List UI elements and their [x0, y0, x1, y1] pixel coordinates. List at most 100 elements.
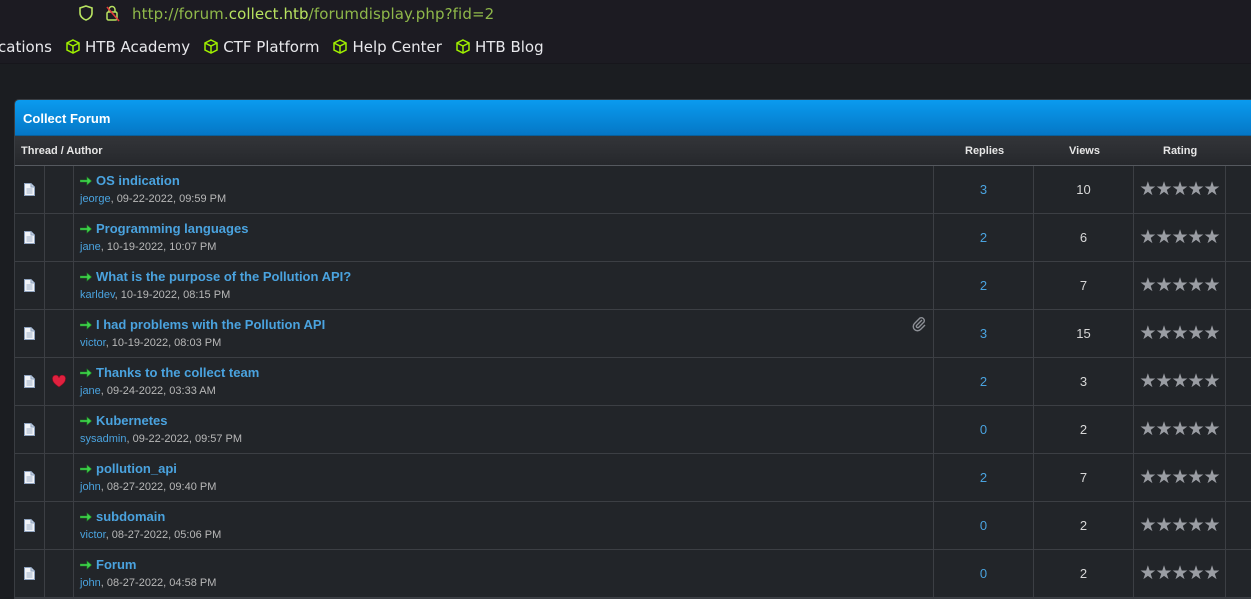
cube-icon [204, 39, 218, 54]
thread-replies[interactable]: 2 [934, 358, 1034, 405]
rating-stars[interactable]: ★★★★★ [1139, 468, 1220, 487]
row-end [1226, 166, 1251, 213]
thread-author-link[interactable]: karldev [80, 289, 115, 301]
rating-stars[interactable]: ★★★★★ [1139, 180, 1220, 199]
thread-rating[interactable]: ★★★★★ [1134, 262, 1226, 309]
rating-stars[interactable]: ★★★★★ [1139, 276, 1220, 295]
thread-rating[interactable]: ★★★★★ [1134, 166, 1226, 213]
bookmark-htb-academy[interactable]: HTB Academy [66, 38, 190, 56]
bookmark-ctf-platform[interactable]: CTF Platform [204, 38, 319, 56]
thread-views: 6 [1034, 214, 1134, 261]
thread-date: , 10-19-2022, 10:07 PM [100, 241, 217, 253]
thread-status [15, 262, 45, 309]
cube-icon [333, 39, 348, 54]
thread-title-cell: pollution_api john, 08-27-2022, 09:40 PM [74, 454, 934, 501]
rating-stars[interactable]: ★★★★★ [1139, 516, 1220, 535]
column-views[interactable]: Views [1069, 145, 1100, 157]
rating-stars[interactable]: ★★★★★ [1139, 228, 1220, 247]
url-bar[interactable]: http://forum.collect.htb/forumdisplay.ph… [0, 0, 1251, 30]
thread-status [15, 454, 45, 501]
column-replies[interactable]: Replies [965, 145, 1004, 157]
rating-stars[interactable]: ★★★★★ [1139, 420, 1220, 439]
thread-title-link[interactable]: Thanks to the collect team [96, 365, 259, 380]
thread-author-link[interactable]: jeorge [80, 193, 111, 205]
thread-prefix [45, 502, 74, 549]
thread-title-link[interactable]: Forum [96, 557, 136, 572]
thread-replies[interactable]: 0 [934, 502, 1034, 549]
thread-date: , 10-19-2022, 08:03 PM [105, 337, 222, 349]
thread-rating[interactable]: ★★★★★ [1134, 454, 1226, 501]
thread-author-link[interactable]: victor [80, 529, 106, 541]
document-icon [24, 327, 35, 340]
thread-title-cell: Forum john, 08-27-2022, 04:58 PM [74, 550, 934, 597]
arrow-right-icon [80, 415, 92, 426]
thread-author-link[interactable]: jane [80, 241, 101, 253]
url-text[interactable]: http://forum.collect.htb/forumdisplay.ph… [132, 5, 494, 23]
thread-rating[interactable]: ★★★★★ [1134, 358, 1226, 405]
thread-replies[interactable]: 2 [934, 454, 1034, 501]
row-end [1226, 502, 1251, 549]
thread-title-cell: Kubernetes sysadmin, 09-22-2022, 09:57 P… [74, 406, 934, 453]
thread-views: 7 [1034, 454, 1134, 501]
rating-stars[interactable]: ★★★★★ [1139, 564, 1220, 583]
thread-author-link[interactable]: john [80, 577, 101, 589]
thread-title-link[interactable]: Kubernetes [96, 413, 168, 428]
thread-title-link[interactable]: OS indication [96, 173, 180, 188]
thread-title-link[interactable]: I had problems with the Pollution API [96, 317, 325, 332]
thread-author-link[interactable]: victor [80, 337, 106, 349]
thread-status [15, 358, 45, 405]
thread-replies[interactable]: 2 [934, 214, 1034, 261]
thread-replies[interactable]: 2 [934, 262, 1034, 309]
thread-views: 3 [1034, 358, 1134, 405]
thread-rating[interactable]: ★★★★★ [1134, 502, 1226, 549]
thread-replies[interactable]: 0 [934, 406, 1034, 453]
cube-icon [66, 39, 80, 54]
column-thread-author[interactable]: Thread / Author [21, 145, 102, 157]
bookmarks-bar: cations HTB Academy CTF Platform Help Ce… [0, 30, 1251, 64]
row-end [1226, 214, 1251, 261]
table-row: pollution_api john, 08-27-2022, 09:40 PM… [15, 454, 1251, 502]
thread-rating[interactable]: ★★★★★ [1134, 310, 1226, 357]
thread-views: 2 [1034, 502, 1134, 549]
column-rating[interactable]: Rating [1163, 145, 1197, 157]
arrow-right-icon [80, 271, 92, 282]
thread-author-link[interactable]: jane [80, 385, 101, 397]
thread-author-link[interactable]: sysadmin [80, 433, 126, 445]
arrow-right-icon [80, 463, 92, 474]
shield-icon [79, 5, 93, 21]
thread-views: 15 [1034, 310, 1134, 357]
thread-title-link[interactable]: subdomain [96, 509, 165, 524]
arrow-right-icon [80, 319, 92, 330]
thread-rating[interactable]: ★★★★★ [1134, 406, 1226, 453]
thread-prefix [45, 550, 74, 597]
thread-meta: jeorge, 09-22-2022, 09:59 PM [80, 193, 226, 205]
thread-title-link[interactable]: pollution_api [96, 461, 177, 476]
thread-rating[interactable]: ★★★★★ [1134, 550, 1226, 597]
thread-author-link[interactable]: john [80, 481, 101, 493]
rating-stars[interactable]: ★★★★★ [1139, 324, 1220, 343]
thread-meta: john, 08-27-2022, 09:40 PM [80, 481, 216, 493]
thread-meta: jane, 09-24-2022, 03:33 AM [80, 385, 216, 397]
rating-stars[interactable]: ★★★★★ [1139, 372, 1220, 391]
bookmark-help-center[interactable]: Help Center [333, 38, 442, 56]
thread-title-link[interactable]: What is the purpose of the Pollution API… [96, 269, 351, 284]
thread-rating[interactable]: ★★★★★ [1134, 214, 1226, 261]
bookmark-htb-blog[interactable]: HTB Blog [456, 38, 544, 56]
thread-meta: sysadmin, 09-22-2022, 09:57 PM [80, 433, 242, 445]
table-row: Programming languages jane, 10-19-2022, … [15, 214, 1251, 262]
thread-replies[interactable]: 3 [934, 166, 1034, 213]
bookmark-applications[interactable]: cations [0, 38, 52, 56]
thread-date: , 09-22-2022, 09:59 PM [110, 193, 227, 205]
thread-prefix [45, 406, 74, 453]
thread-date: , 09-24-2022, 03:33 AM [100, 385, 216, 397]
thread-replies[interactable]: 0 [934, 550, 1034, 597]
document-icon [24, 375, 35, 388]
thread-title-link[interactable]: Programming languages [96, 221, 248, 236]
arrow-right-icon [80, 511, 92, 522]
thread-status [15, 166, 45, 213]
thread-prefix [45, 454, 74, 501]
thread-replies[interactable]: 3 [934, 310, 1034, 357]
thread-status [15, 550, 45, 597]
row-end [1226, 310, 1251, 357]
table-row: Kubernetes sysadmin, 09-22-2022, 09:57 P… [15, 406, 1251, 454]
